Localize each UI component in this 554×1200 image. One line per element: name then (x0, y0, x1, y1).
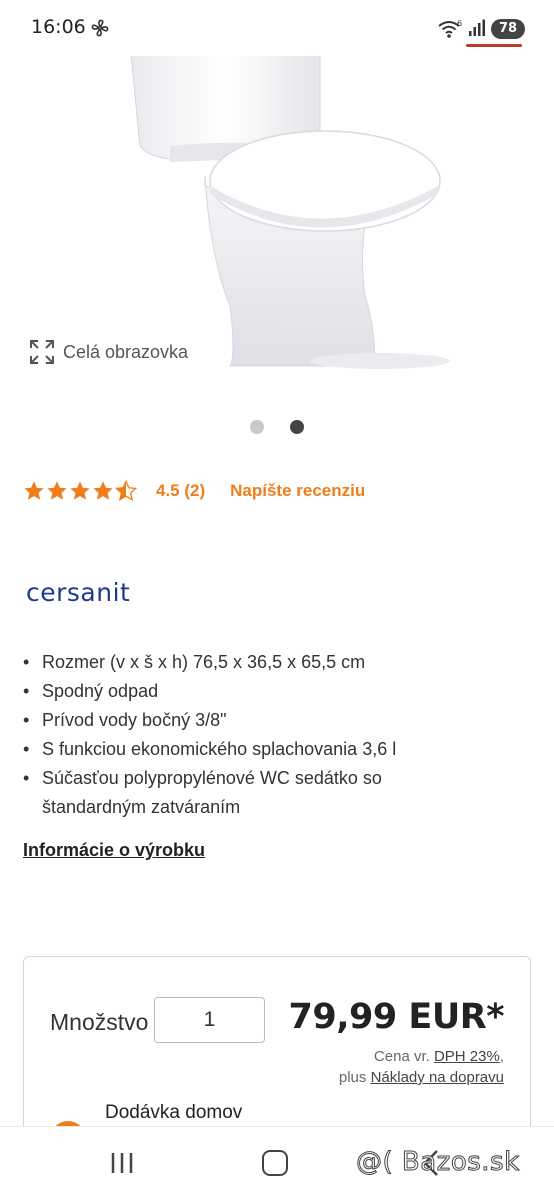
feature-item: Rozmer (v x š x h) 76,5 x 36,5 x 65,5 cm (23, 648, 483, 677)
fullscreen-label: Celá obrazovka (63, 341, 189, 362)
status-bar: 16:06 6 78 (0, 0, 554, 56)
product-image-gallery[interactable]: Celá obrazovka (0, 46, 554, 386)
shipping-link[interactable]: Náklady na dopravu (371, 1069, 504, 1086)
shipping-note-prefix: plus (338, 1069, 367, 1086)
gallery-dot-1[interactable] (250, 420, 264, 434)
rating-value[interactable]: 4.5 (2) (156, 481, 205, 501)
star-icon (24, 481, 44, 500)
watermark: @( Bazos.sk (356, 1147, 520, 1178)
vat-link[interactable]: DPH 23% (434, 1048, 500, 1065)
brand-logo[interactable]: cersanit (26, 578, 130, 607)
star-icon (93, 481, 113, 500)
quantity-label: Množstvo (50, 1009, 149, 1035)
feature-item: Spodný odpad (23, 677, 483, 706)
product-image[interactable] (110, 46, 450, 376)
vat-note-suffix: , (499, 1048, 504, 1065)
write-review-link[interactable]: Napíšte recenziu (230, 481, 365, 501)
network-badge: 6 (457, 19, 462, 28)
product-info-link[interactable]: Informácie o výrobku (23, 840, 205, 861)
fullscreen-button[interactable]: Celá obrazovka (29, 339, 188, 365)
star-rating[interactable] (23, 480, 137, 502)
system-nav-bar: @( Bazos.sk (0, 1126, 554, 1200)
gallery-pagination (250, 420, 304, 434)
fan-icon (91, 19, 109, 37)
expand-icon (30, 340, 54, 364)
feature-item: Prívod vody bočný 3/8" (23, 706, 483, 735)
price: 79,99 EUR* (288, 997, 505, 1037)
vat-note-prefix: Cena vr. (373, 1048, 430, 1065)
feature-item: Súčasťou polypropylénové WC sedátko so š… (23, 764, 433, 822)
gallery-dot-2[interactable] (290, 420, 304, 434)
status-indicator-line (466, 44, 522, 47)
home-icon[interactable] (262, 1150, 288, 1176)
battery-icon: 78 (491, 19, 525, 39)
star-icon (47, 481, 67, 500)
half-star-icon (115, 480, 137, 502)
recent-apps-icon[interactable] (110, 1151, 134, 1175)
quantity-input[interactable]: 1 (154, 997, 265, 1043)
shipping-note: plus Náklady na dopravu (339, 1069, 504, 1086)
vat-note: Cena vr. DPH 23%, (374, 1048, 504, 1065)
rating-row: 4.5 (2) Napíšte recenziu (23, 480, 365, 502)
wifi-icon: 6 (438, 19, 462, 38)
status-time: 16:06 (31, 16, 86, 38)
delivery-label: Dodávka domov (105, 1102, 243, 1123)
feature-item: S funkciou ekonomického splachovania 3,6… (23, 735, 483, 764)
star-icon (70, 481, 90, 500)
feature-list: Rozmer (v x š x h) 76,5 x 36,5 x 65,5 cm… (23, 648, 483, 822)
signal-icon (469, 19, 485, 36)
